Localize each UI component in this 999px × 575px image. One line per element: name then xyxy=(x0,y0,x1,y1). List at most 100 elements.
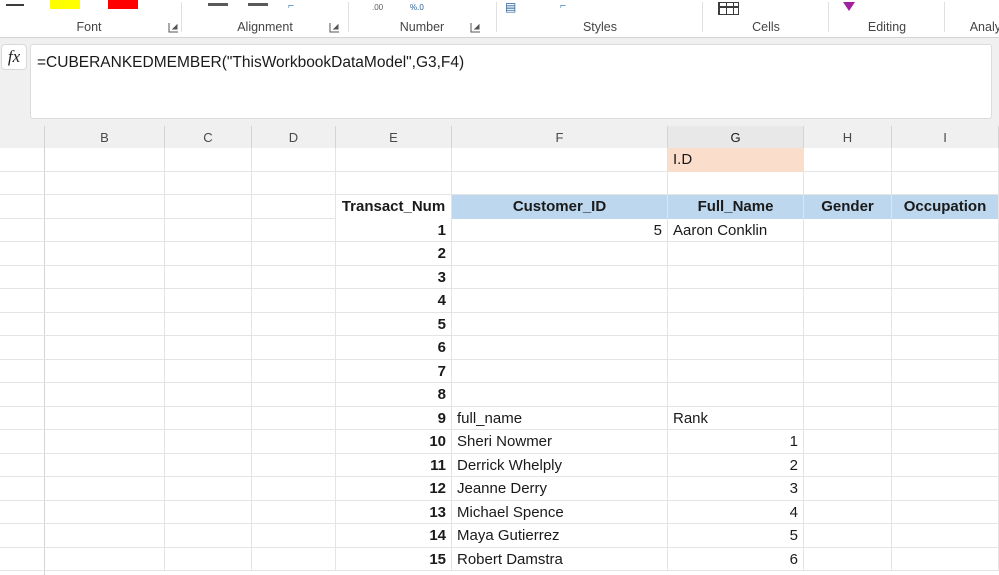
grid-cell-empty[interactable] xyxy=(452,383,668,407)
grid-cell-f[interactable]: 5 xyxy=(452,218,668,242)
grid-cell-empty[interactable] xyxy=(668,383,804,407)
grid-cell-empty[interactable] xyxy=(668,359,804,383)
grid-cell-empty[interactable] xyxy=(804,430,892,454)
grid-cell-e[interactable]: 15 xyxy=(336,547,452,571)
grid-cell-empty[interactable] xyxy=(252,312,336,336)
grid-cell-e[interactable]: 8 xyxy=(336,383,452,407)
grid-cell-empty[interactable] xyxy=(252,242,336,266)
grid-cell-empty[interactable] xyxy=(892,453,999,477)
grid-cell-empty[interactable] xyxy=(165,547,252,571)
grid-cell-empty[interactable] xyxy=(668,171,804,195)
grid-cell-e[interactable]: 4 xyxy=(336,289,452,313)
grid-cell-g[interactable]: 4 xyxy=(668,500,804,524)
column-header-d[interactable]: D xyxy=(252,126,336,148)
grid-cell-g[interactable]: Aaron Conklin xyxy=(668,218,804,242)
grid-cell-empty[interactable] xyxy=(804,336,892,360)
grid-cell-empty[interactable] xyxy=(252,336,336,360)
grid-cell-empty[interactable] xyxy=(45,383,165,407)
grid-cell-empty[interactable] xyxy=(892,430,999,454)
grid-cell-empty[interactable] xyxy=(804,453,892,477)
grid-cell-empty[interactable] xyxy=(668,289,804,313)
grid-cell-empty[interactable] xyxy=(804,242,892,266)
grid-cell-f[interactable]: Sheri Nowmer xyxy=(452,430,668,454)
grid-cell-empty[interactable] xyxy=(452,242,668,266)
number-dialog-launcher-icon[interactable] xyxy=(470,22,481,33)
insert-function-icon[interactable]: fx xyxy=(1,44,27,70)
grid-cell-empty[interactable] xyxy=(45,359,165,383)
grid-cell-empty[interactable] xyxy=(45,148,165,172)
column-header-h[interactable]: H xyxy=(804,126,892,148)
grid-cell-empty[interactable] xyxy=(165,148,252,172)
column-header-g[interactable]: G xyxy=(668,126,804,148)
grid-cell-empty[interactable] xyxy=(892,524,999,548)
column-header-i[interactable]: I xyxy=(892,126,999,148)
grid-cell-empty[interactable] xyxy=(165,524,252,548)
grid-cell-empty[interactable] xyxy=(668,242,804,266)
grid-cell-empty[interactable] xyxy=(45,171,165,195)
grid-cell-e[interactable]: 1 xyxy=(336,218,452,242)
grid-cell-empty[interactable] xyxy=(45,336,165,360)
grid-cell-empty[interactable] xyxy=(804,289,892,313)
grid-cell-empty[interactable] xyxy=(892,265,999,289)
grid-cell-empty[interactable] xyxy=(45,500,165,524)
column-header-b[interactable]: B xyxy=(45,126,165,148)
column-header-f[interactable]: F xyxy=(452,126,668,148)
grid-cell-empty[interactable] xyxy=(452,312,668,336)
grid-cell-empty[interactable] xyxy=(165,218,252,242)
ribbon-group-analysis[interactable]: Analysis xyxy=(948,0,999,37)
grid-cell-empty[interactable] xyxy=(804,218,892,242)
grid-cell-e[interactable]: 12 xyxy=(336,477,452,501)
grid-cell-empty[interactable] xyxy=(804,312,892,336)
grid-cell-empty[interactable] xyxy=(252,289,336,313)
grid-cell-empty[interactable] xyxy=(252,430,336,454)
grid-cell-empty[interactable] xyxy=(452,289,668,313)
grid-cell-empty[interactable] xyxy=(336,148,452,172)
grid-cell-empty[interactable] xyxy=(252,477,336,501)
grid-cell-empty[interactable] xyxy=(165,500,252,524)
grid-cell-empty[interactable] xyxy=(45,477,165,501)
grid-cell-empty[interactable] xyxy=(804,406,892,430)
grid-cell-empty[interactable] xyxy=(804,500,892,524)
grid-cell-empty[interactable] xyxy=(165,359,252,383)
grid-cell-empty[interactable] xyxy=(165,289,252,313)
alignment-dialog-launcher-icon[interactable] xyxy=(329,22,340,33)
grid-cell-e[interactable]: 13 xyxy=(336,500,452,524)
grid-cell-empty[interactable] xyxy=(45,265,165,289)
grid-cell-empty[interactable] xyxy=(892,312,999,336)
grid-cell-empty[interactable] xyxy=(892,336,999,360)
grid-cell-empty[interactable] xyxy=(252,265,336,289)
grid-cell-empty[interactable] xyxy=(165,336,252,360)
grid-cell-g[interactable]: 1 xyxy=(668,430,804,454)
grid-cell-empty[interactable] xyxy=(804,524,892,548)
grid-cell-empty[interactable] xyxy=(452,359,668,383)
grid-cell-empty[interactable] xyxy=(45,195,165,219)
grid-cell-f[interactable]: Jeanne Derry xyxy=(452,477,668,501)
grid-cell-empty[interactable] xyxy=(165,406,252,430)
cell-area[interactable]: I.D Transact_Num Customer_ID Full_Name Gende… xyxy=(0,148,999,575)
grid-cell-empty[interactable] xyxy=(252,218,336,242)
grid-cell-e[interactable]: 14 xyxy=(336,524,452,548)
grid-cell-empty[interactable] xyxy=(45,430,165,454)
grid-cell-e[interactable]: 10 xyxy=(336,430,452,454)
grid-cell-empty[interactable] xyxy=(165,477,252,501)
grid-cell-empty[interactable] xyxy=(45,547,165,571)
column-header-e[interactable]: E xyxy=(336,126,452,148)
grid-cell-empty[interactable] xyxy=(252,406,336,430)
grid-cell-empty[interactable] xyxy=(45,242,165,266)
grid-cell-f[interactable]: Customer_ID xyxy=(452,195,668,219)
grid-cell-empty[interactable] xyxy=(668,336,804,360)
grid-cell-empty[interactable] xyxy=(892,289,999,313)
ribbon-group-alignment[interactable]: Alignment xyxy=(185,0,345,37)
grid-cell-empty[interactable] xyxy=(452,336,668,360)
formula-input[interactable]: =CUBERANKEDMEMBER("ThisWorkbookDataModel… xyxy=(30,44,992,119)
grid-cell-empty[interactable] xyxy=(804,359,892,383)
grid-cell-g[interactable]: 2 xyxy=(668,453,804,477)
grid-cell-empty[interactable] xyxy=(452,265,668,289)
grid-cell-empty[interactable] xyxy=(668,312,804,336)
grid-cell-empty[interactable] xyxy=(252,547,336,571)
grid-cell-i[interactable]: Occupation xyxy=(892,195,999,219)
grid-cell-empty[interactable] xyxy=(892,171,999,195)
grid-cell-f[interactable]: full_name xyxy=(452,406,668,430)
grid-cell-empty[interactable] xyxy=(165,242,252,266)
grid-cell-empty[interactable] xyxy=(252,524,336,548)
